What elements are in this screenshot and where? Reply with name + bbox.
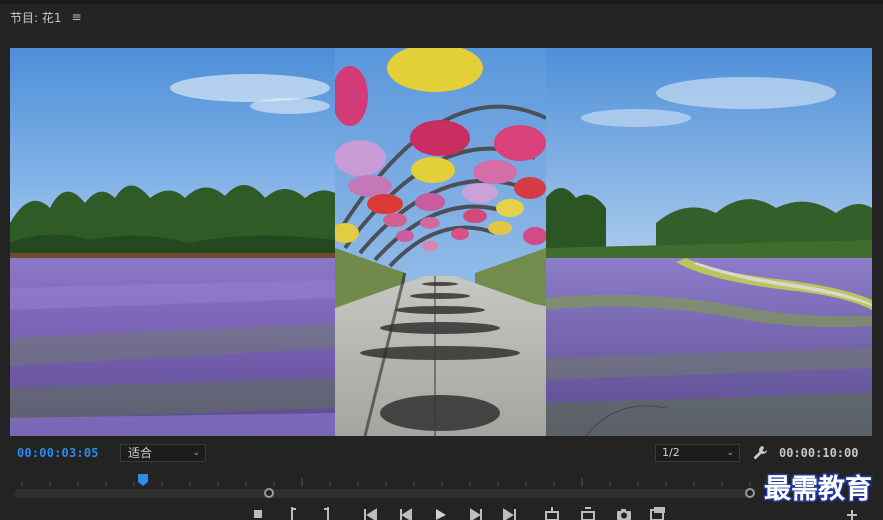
mark-in-icon[interactable] (286, 507, 302, 520)
zoom-scroll-bar[interactable] (14, 489, 754, 498)
extract-icon[interactable] (580, 507, 596, 520)
add-marker-icon[interactable] (250, 507, 266, 520)
play-icon[interactable] (432, 507, 448, 520)
zoom-handle-right[interactable] (745, 488, 755, 498)
duration-timecode: 00:00:10:00 (779, 446, 859, 460)
comparison-view-icon[interactable] (650, 507, 666, 520)
panel-header: 节目: 花1 ≡ (0, 4, 883, 30)
fit-dropdown[interactable]: 适合 ⌄ (120, 444, 206, 462)
resolution-dropdown[interactable]: 1/2 ⌄ (655, 444, 740, 462)
playhead-marker[interactable] (137, 474, 149, 486)
zoom-handle-left[interactable] (264, 488, 274, 498)
viewer-middle-image (335, 48, 546, 436)
chevron-down-icon: ⌄ (726, 448, 734, 458)
program-monitor-viewer[interactable] (10, 48, 872, 436)
go-to-out-icon[interactable] (502, 507, 518, 520)
lift-icon[interactable] (544, 507, 560, 520)
viewer-right-image (546, 48, 872, 436)
viewer-left-image (10, 48, 335, 436)
step-back-icon[interactable] (398, 507, 414, 520)
go-to-in-icon[interactable] (362, 507, 378, 520)
resolution-dropdown-label: 1/2 (662, 446, 680, 459)
current-timecode[interactable]: 00:00:03:05 (17, 446, 99, 460)
chevron-down-icon: ⌄ (192, 448, 200, 458)
camera-icon[interactable] (616, 507, 632, 520)
panel-title[interactable]: 节目: 花1 (10, 9, 62, 26)
mark-out-icon[interactable] (318, 507, 334, 520)
wrench-icon[interactable] (752, 445, 768, 461)
monitor-control-row: 00:00:03:05 适合 ⌄ 1/2 ⌄ 00:00:10:00 (0, 443, 883, 465)
fit-dropdown-label: 适合 (128, 446, 153, 460)
watermark-text: 最需教育 (764, 473, 872, 505)
hamburger-menu-icon[interactable]: ≡ (72, 10, 82, 24)
watermark-logo: 最需教育 (763, 472, 874, 507)
step-forward-icon[interactable] (468, 507, 484, 520)
